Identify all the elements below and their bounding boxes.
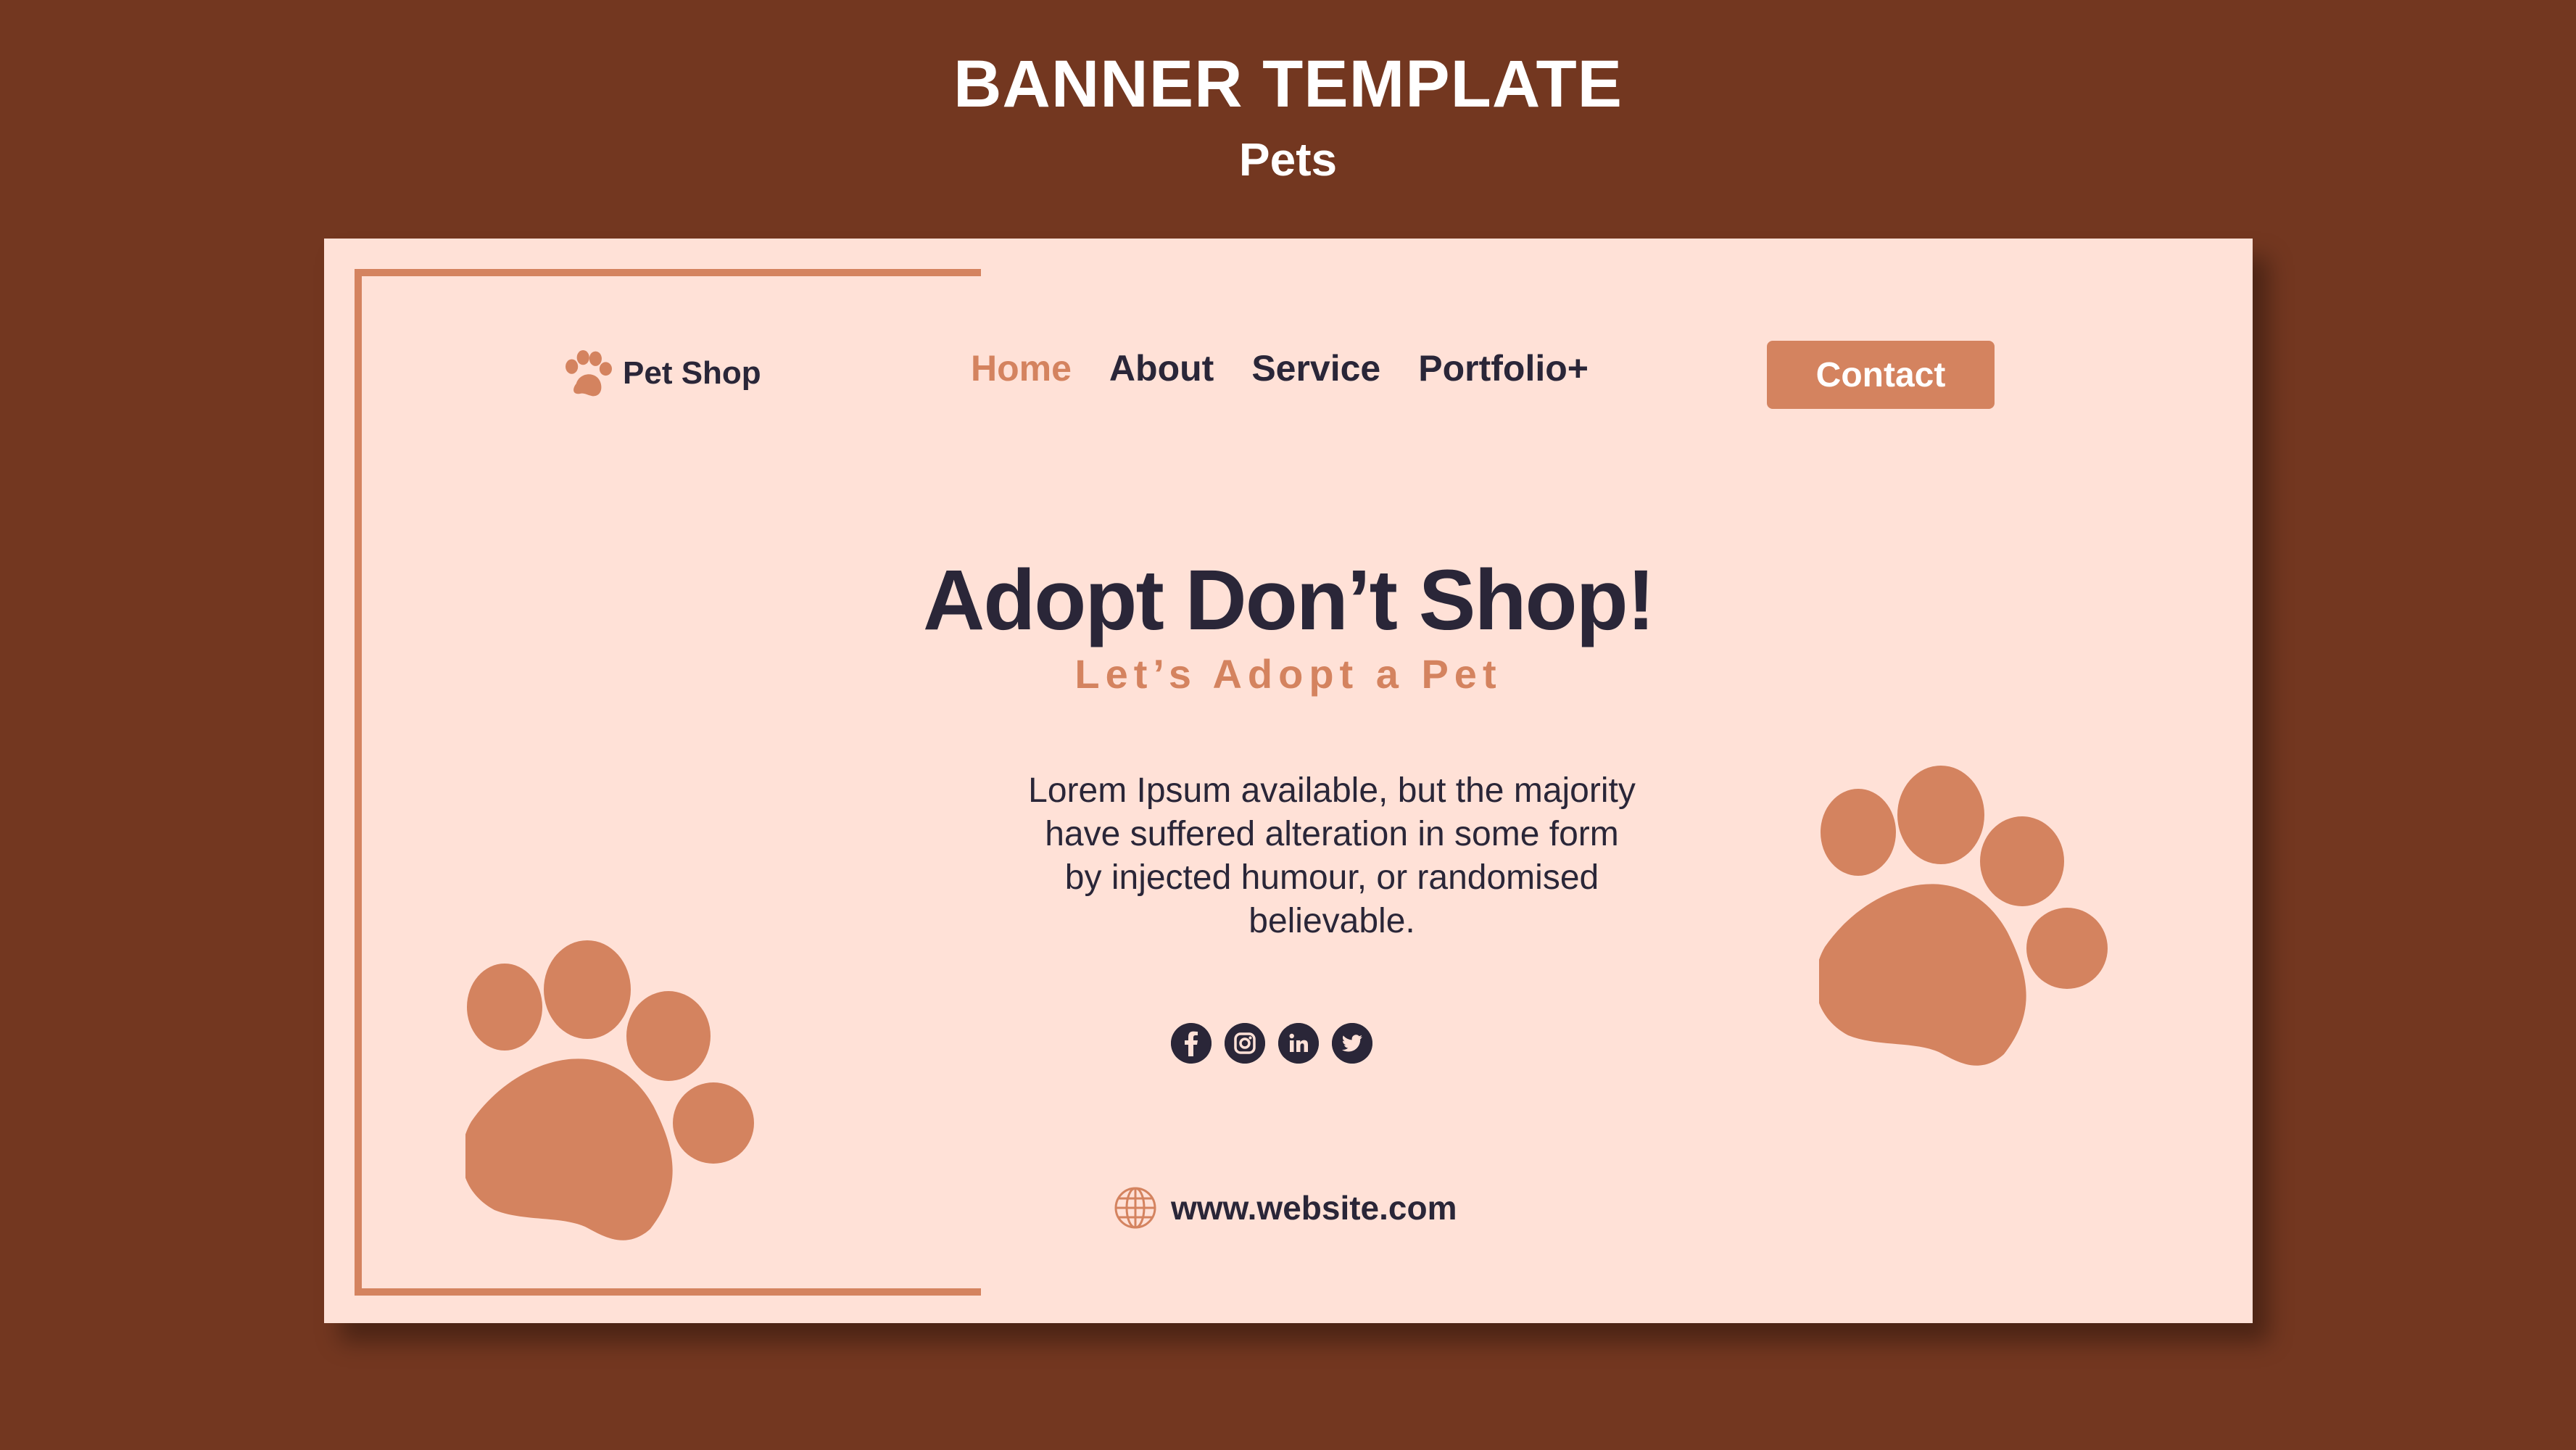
- nav-item-about[interactable]: About: [1109, 347, 1214, 389]
- frame-line-top: [355, 269, 981, 276]
- linkedin-icon[interactable]: [1278, 1023, 1319, 1064]
- body-line: by injected humour, or randomised: [1064, 858, 1599, 897]
- social-links: [1171, 1023, 1372, 1064]
- logo-text: Pet Shop: [623, 355, 761, 391]
- tagline: Let’s Adopt a Pet: [1074, 651, 1502, 697]
- frame-line-left: [355, 269, 362, 1296]
- body-line: believable.: [1248, 902, 1415, 940]
- contact-button[interactable]: Contact: [1767, 341, 1995, 409]
- body-line: Lorem Ipsum available, but the majority: [1028, 771, 1636, 810]
- body-line: have suffered alteration in some form: [1045, 815, 1619, 853]
- headline: Adopt Don’t Shop!: [922, 552, 1655, 648]
- page-title: BANNER TEMPLATE: [953, 47, 1623, 121]
- website-url: www.website.com: [1171, 1189, 1457, 1227]
- facebook-icon[interactable]: [1171, 1023, 1212, 1064]
- nav-item-service[interactable]: Service: [1251, 347, 1380, 389]
- paw-icon-large-right: [1819, 766, 2108, 1066]
- logo[interactable]: Pet Shop: [560, 347, 761, 399]
- frame-line-bottom: [355, 1288, 981, 1296]
- twitter-icon[interactable]: [1332, 1023, 1372, 1064]
- banner-card: Pet Shop Home About Service Portfolio+ C…: [324, 239, 2253, 1323]
- globe-icon: [1114, 1187, 1156, 1229]
- nav-item-portfolio[interactable]: Portfolio+: [1418, 347, 1589, 389]
- main-nav: Home About Service Portfolio+: [971, 347, 1589, 389]
- body-text: Lorem Ipsum available, but the majority …: [962, 769, 1702, 943]
- website-link[interactable]: www.website.com: [1113, 1185, 1457, 1230]
- page-subtitle: Pets: [1238, 133, 1338, 186]
- nav-item-home[interactable]: Home: [971, 347, 1072, 389]
- paw-icon-large-left: [465, 940, 754, 1240]
- instagram-icon[interactable]: [1225, 1023, 1265, 1064]
- paw-icon: [566, 350, 612, 397]
